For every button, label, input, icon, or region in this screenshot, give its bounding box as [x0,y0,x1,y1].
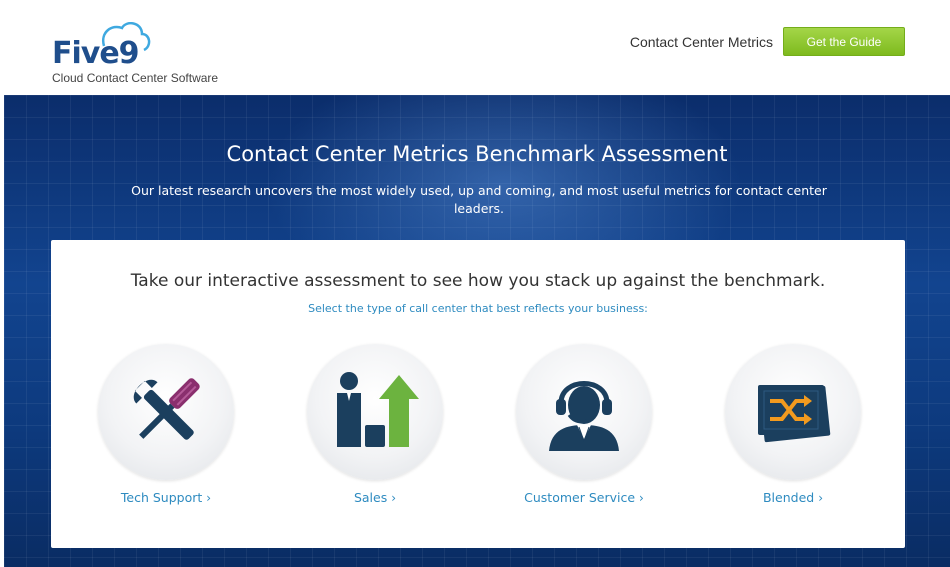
option-circle[interactable] [98,344,234,480]
headset-agent-icon [549,381,619,451]
option-customer-service[interactable]: Customer Service › [492,344,672,514]
assessment-card: Take our interactive assessment to see h… [51,240,905,548]
tagline: Cloud Contact Center Software [52,71,219,85]
sales-growth-icon [337,372,419,447]
option-label-customer-service[interactable]: Customer Service › [492,490,676,505]
option-label-text: Customer Service [524,490,636,505]
hero-title: Contact Center Metrics Benchmark Assessm… [226,142,728,166]
logo-wordmark: Five9 [52,36,140,71]
chevron-right-icon: › [206,491,212,505]
shuffle-icon [758,385,831,443]
option-label-text: Blended [762,490,815,505]
card-subtitle: Select the type of call center that best… [308,302,648,315]
option-sales[interactable]: Sales › [283,344,463,514]
chevron-right-icon: › [818,491,824,505]
option-circle[interactable] [725,344,861,480]
five9-logo[interactable]: Five9 [52,22,152,71]
wrench-screwdriver-icon [133,378,200,440]
chevron-right-icon: › [391,491,397,505]
option-label-text: Tech Support [120,490,203,505]
option-tech-support[interactable]: Tech Support › [74,344,254,514]
card-title: Take our interactive assessment to see h… [130,271,826,291]
nav-link-contact-center-metrics[interactable]: Contact Center Metrics [630,34,773,50]
option-label-text: Sales [353,490,388,505]
chevron-right-icon: › [639,491,644,505]
option-label-sales[interactable]: Sales › [283,490,467,505]
site-header: Five9 Cloud Contact Center Software Cont… [0,0,950,95]
hero-subtitle: Our latest research uncovers the most wi… [131,183,827,216]
option-label-tech-support[interactable]: Tech Support › [74,490,258,505]
option-label-blended[interactable]: Blended › [701,490,885,505]
option-blended[interactable]: Blended › [701,344,881,514]
get-the-guide-button[interactable]: Get the Guide [783,27,905,56]
option-circle[interactable] [307,344,443,480]
option-circle[interactable] [516,344,652,480]
